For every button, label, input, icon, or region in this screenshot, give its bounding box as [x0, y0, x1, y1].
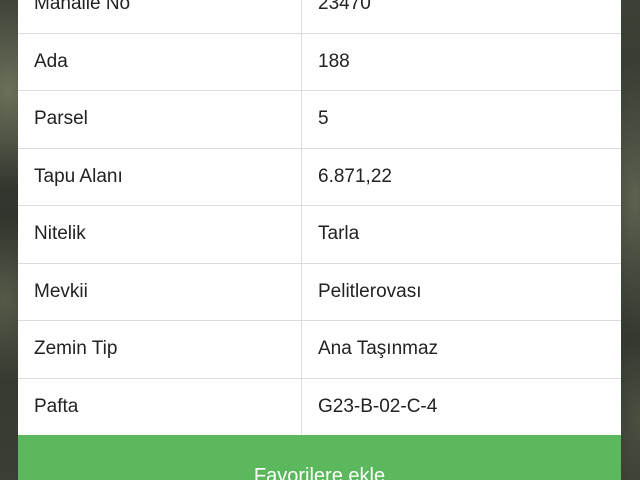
table-row: Nitelik Tarla: [18, 206, 621, 264]
row-label: Mahalle No: [18, 0, 302, 33]
parcel-info-table: Mahalle No 23470 Ada 188 Parsel 5 Tapu A…: [18, 0, 621, 436]
table-row: Tapu Alanı 6.871,22: [18, 148, 621, 206]
table-row: Mahalle No 23470: [18, 0, 621, 34]
row-value: 23470: [318, 0, 371, 15]
table-row: Mevkii Pelitlerovası: [18, 263, 621, 321]
row-label: Nitelik: [18, 206, 302, 263]
row-label: Ada: [18, 33, 302, 90]
row-value: Tarla: [318, 223, 360, 245]
row-value: 5: [318, 108, 329, 130]
row-value: 188: [318, 50, 350, 72]
row-value: 6.871,22: [318, 165, 392, 187]
row-value: Pelitlerovası: [318, 280, 422, 302]
row-label: Mevkii: [18, 263, 302, 320]
add-to-favorites-button[interactable]: Favorilere ekle: [18, 435, 621, 480]
row-value: G23-B-02-C-4: [318, 395, 438, 417]
table-row: Ada 188: [18, 33, 621, 91]
table-row: Pafta G23-B-02-C-4: [18, 378, 621, 436]
row-value: Ana Taşınmaz: [318, 338, 439, 360]
row-label: Zemin Tip: [18, 321, 302, 378]
row-label: Parsel: [18, 91, 302, 148]
row-label: Pafta: [18, 378, 302, 435]
row-label: Tapu Alanı: [18, 148, 302, 205]
table-row: Zemin Tip Ana Taşınmaz: [18, 321, 621, 379]
table-row: Parsel 5: [18, 91, 621, 149]
